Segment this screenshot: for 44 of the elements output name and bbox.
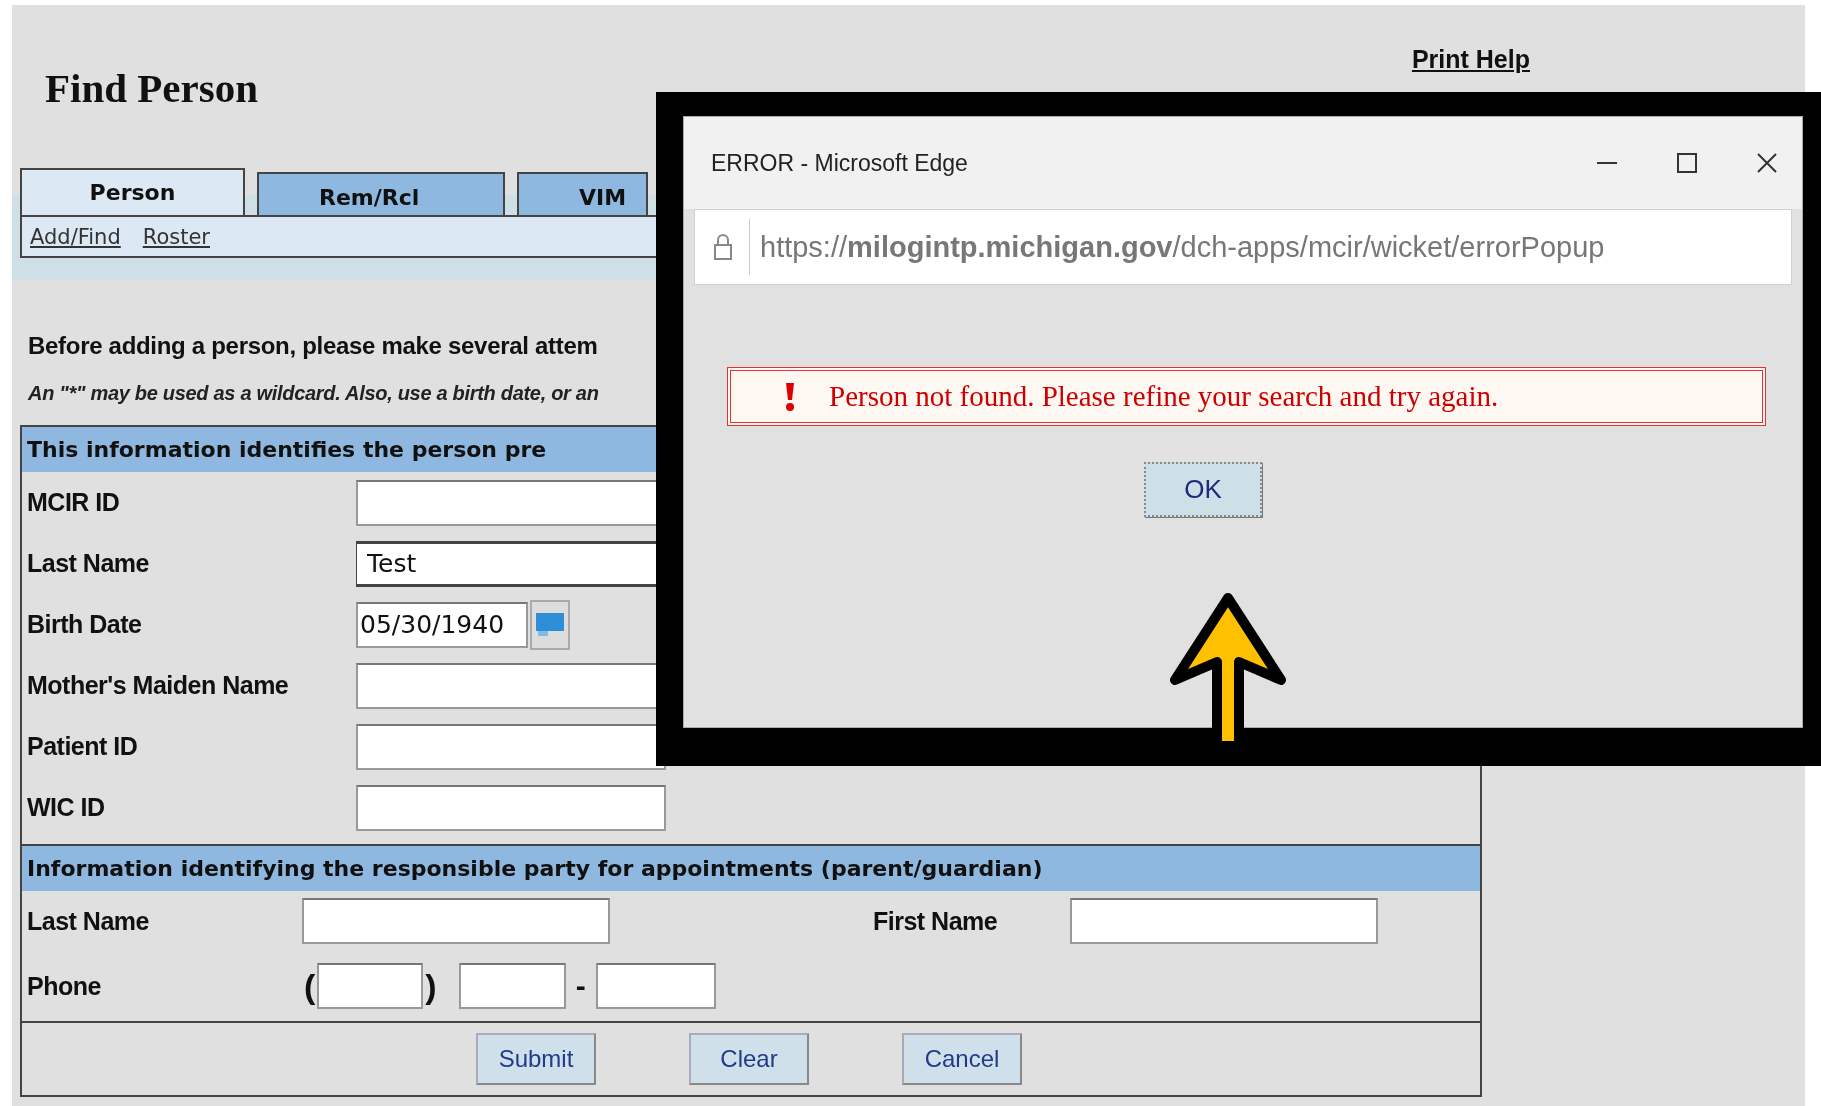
parenthesis: ( <box>304 966 316 1006</box>
form-button[interactable]: Clear <box>689 1033 809 1085</box>
phone-prefix-field[interactable] <box>458 963 566 1009</box>
text-field[interactable] <box>1070 898 1378 944</box>
field-label: Phone <box>27 971 102 1001</box>
field-label: WIC ID <box>27 793 106 822</box>
exclamation-icon <box>783 381 797 412</box>
page-title: Find Person <box>45 64 258 113</box>
calendar-icon <box>535 611 565 638</box>
lock-icon <box>713 233 733 261</box>
field-label: MCIR ID <box>27 488 121 517</box>
error-message: Person not found. Please refine your search and try again. <box>829 380 1499 413</box>
tab[interactable]: VIM <box>517 172 649 215</box>
instructions-text: Before adding a person, please make several attem <box>28 332 598 360</box>
url-text: https://milogintp.michigan.gov/dch-apps/mcir/wicket/errorPopup <box>760 230 1605 264</box>
subnav-link[interactable]: Roster <box>142 224 210 249</box>
section-heading: Information identifying the responsible party for appointments (parent/guardian) <box>22 846 1480 891</box>
dash: - <box>575 969 586 1003</box>
date-field[interactable]: 05/30/1940 <box>356 601 528 648</box>
area-code-field[interactable] <box>317 963 424 1009</box>
text-field[interactable] <box>356 723 666 770</box>
minimize-icon <box>1597 162 1617 164</box>
subnav-link[interactable]: Add/Find <box>30 224 121 249</box>
print-help-link[interactable]: Print Help <box>1411 45 1530 74</box>
text-field[interactable] <box>302 898 610 944</box>
field-label: Last Name <box>27 906 150 936</box>
wildcard-hint: An "*" may be used as a wildcard. Also, use a birth date, or an <box>28 382 599 405</box>
tab[interactable]: Rem/Rcl <box>257 172 505 215</box>
window-title: ERROR - Microsoft Edge <box>711 149 968 177</box>
field-label: Mother's Maiden Name <box>27 671 290 700</box>
ok-button[interactable]: OK <box>1144 462 1262 517</box>
tab[interactable]: Person <box>20 168 245 215</box>
field-label: Last Name <box>27 549 150 578</box>
parenthesis: ) <box>425 966 437 1006</box>
phone-line-field[interactable] <box>595 963 716 1009</box>
calendar-button[interactable] <box>530 599 570 650</box>
maximize-icon <box>1677 153 1697 173</box>
field-label: First Name <box>873 906 999 936</box>
field-label: Patient ID <box>27 732 139 761</box>
close-icon <box>1757 153 1777 173</box>
field-label: Birth Date <box>27 610 143 639</box>
text-field[interactable] <box>356 784 666 831</box>
form-button[interactable]: Submit <box>476 1033 596 1085</box>
form-button[interactable]: Cancel <box>902 1033 1022 1085</box>
